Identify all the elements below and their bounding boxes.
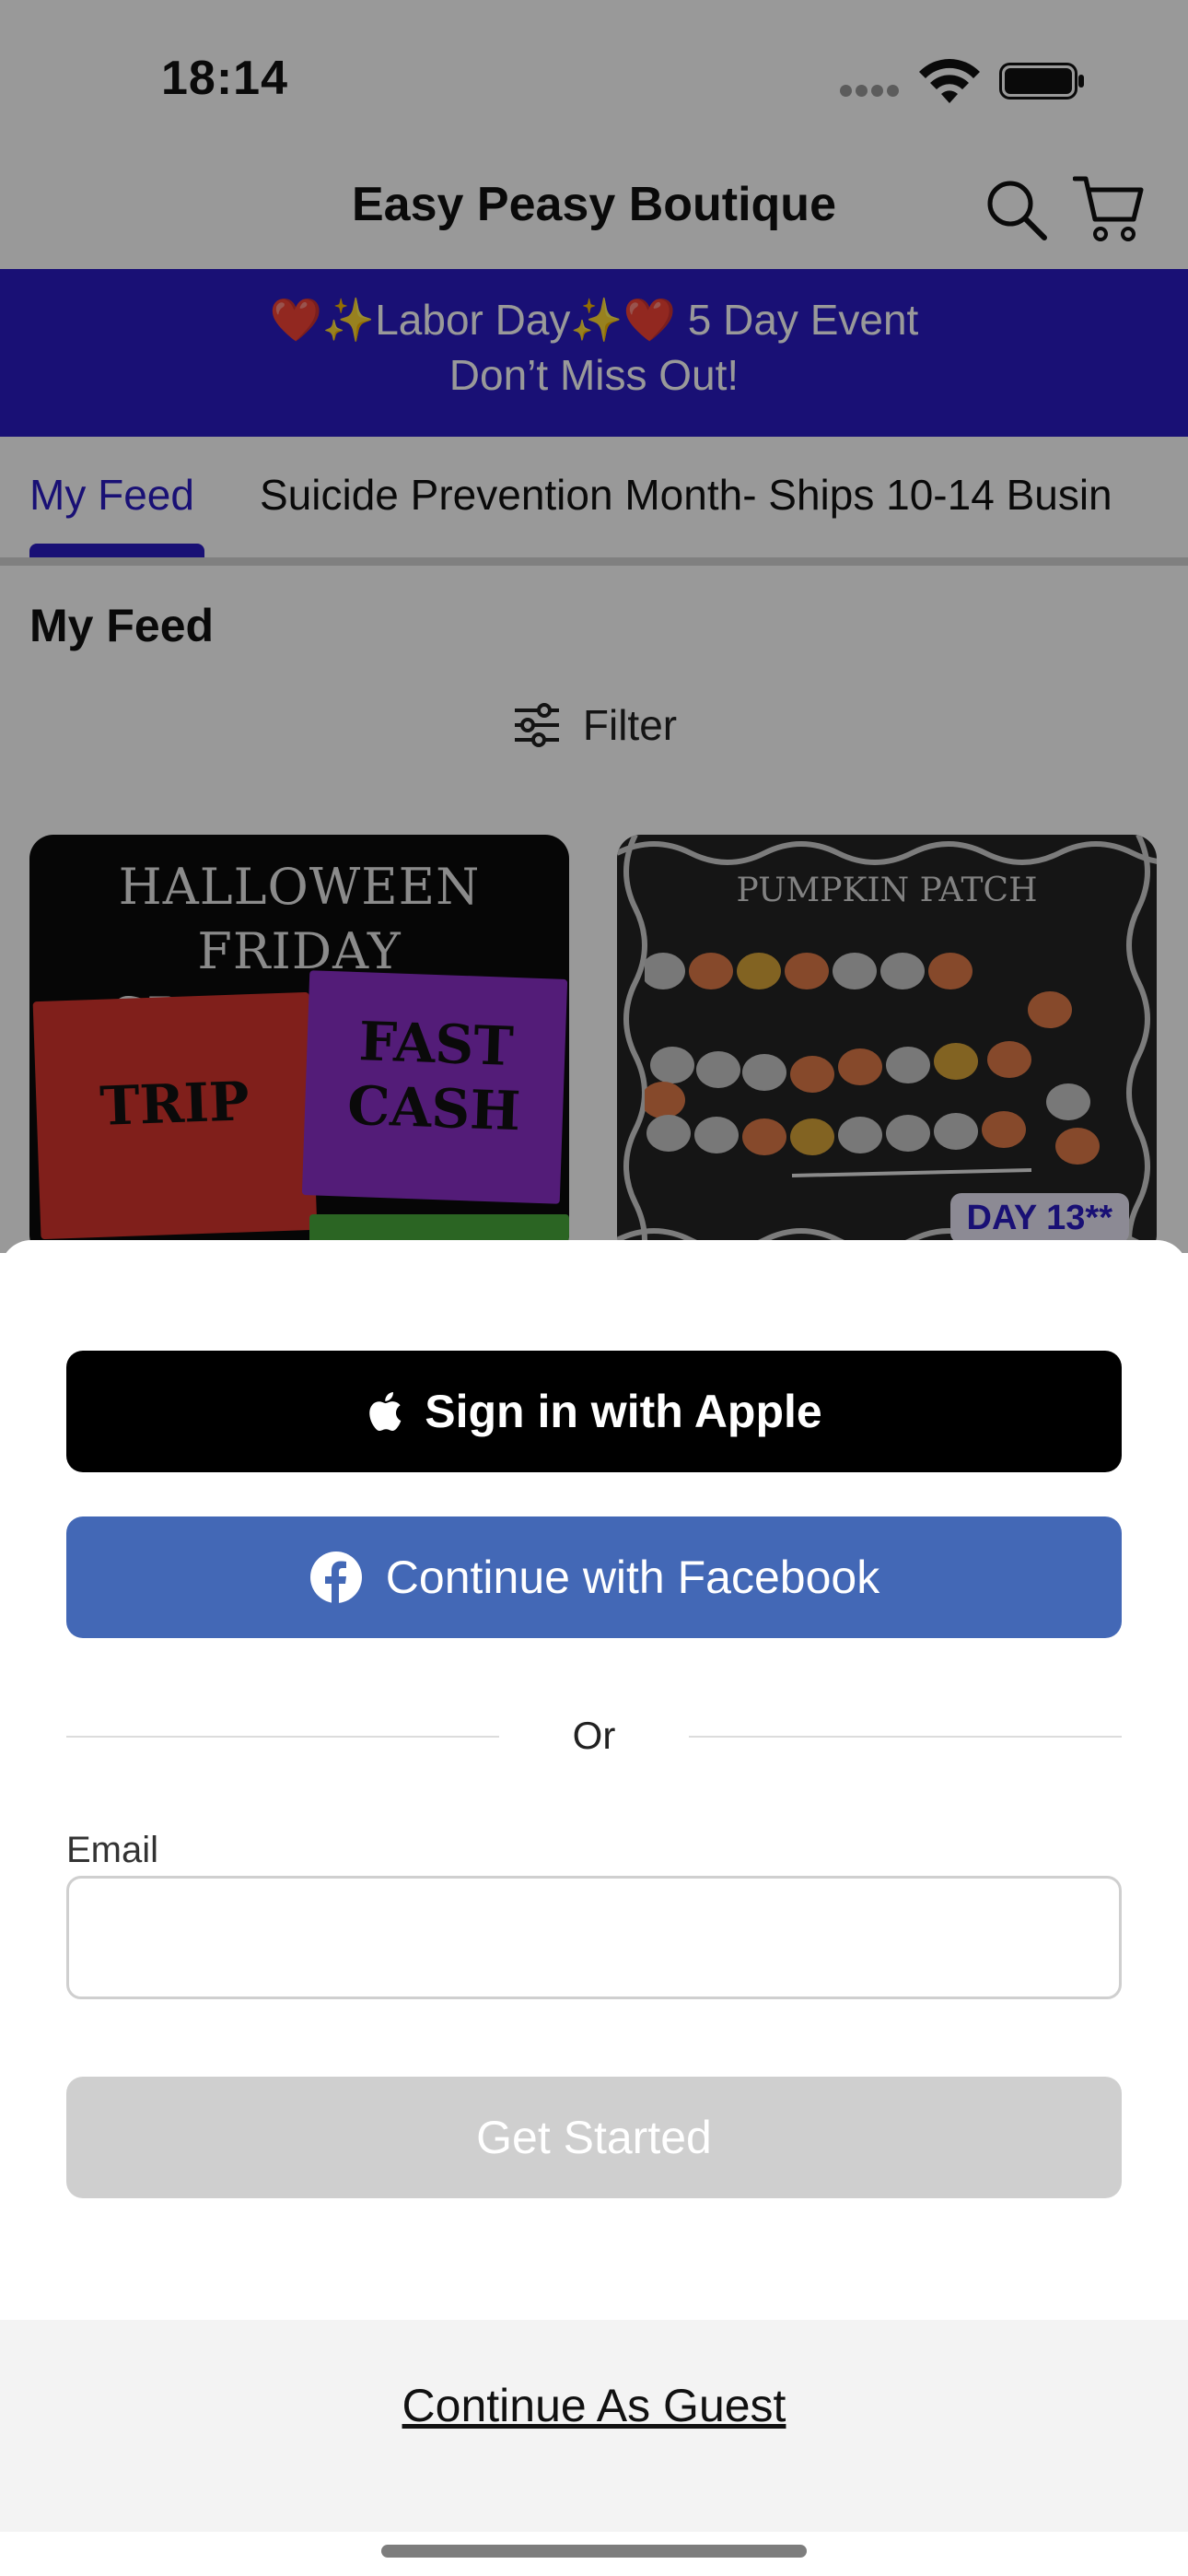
sign-in-sheet: Sign in with Apple Continue with Faceboo… [0, 1240, 1188, 2576]
get-started-button[interactable]: Get Started [66, 2077, 1122, 2198]
get-started-label: Get Started [476, 2112, 712, 2163]
sign-in-with-apple-button[interactable]: Sign in with Apple [66, 1351, 1122, 1472]
home-indicator[interactable] [381, 2545, 807, 2558]
or-divider: Or [66, 1708, 1122, 1763]
guest-area: Continue As Guest [0, 2320, 1188, 2532]
facebook-logo-icon [309, 1551, 362, 1603]
divider-line-right [689, 1736, 1122, 1738]
continue-as-guest-link[interactable]: Continue As Guest [0, 2379, 1188, 2432]
apple-logo-icon [369, 1392, 402, 1432]
facebook-button-label: Continue with Facebook [385, 1551, 880, 1603]
email-field[interactable] [66, 1876, 1122, 1999]
modal-dim-overlay[interactable] [0, 0, 1188, 1253]
continue-with-facebook-button[interactable]: Continue with Facebook [66, 1516, 1122, 1638]
email-label: Email [66, 1830, 159, 1870]
apple-button-label: Sign in with Apple [425, 1386, 822, 1437]
